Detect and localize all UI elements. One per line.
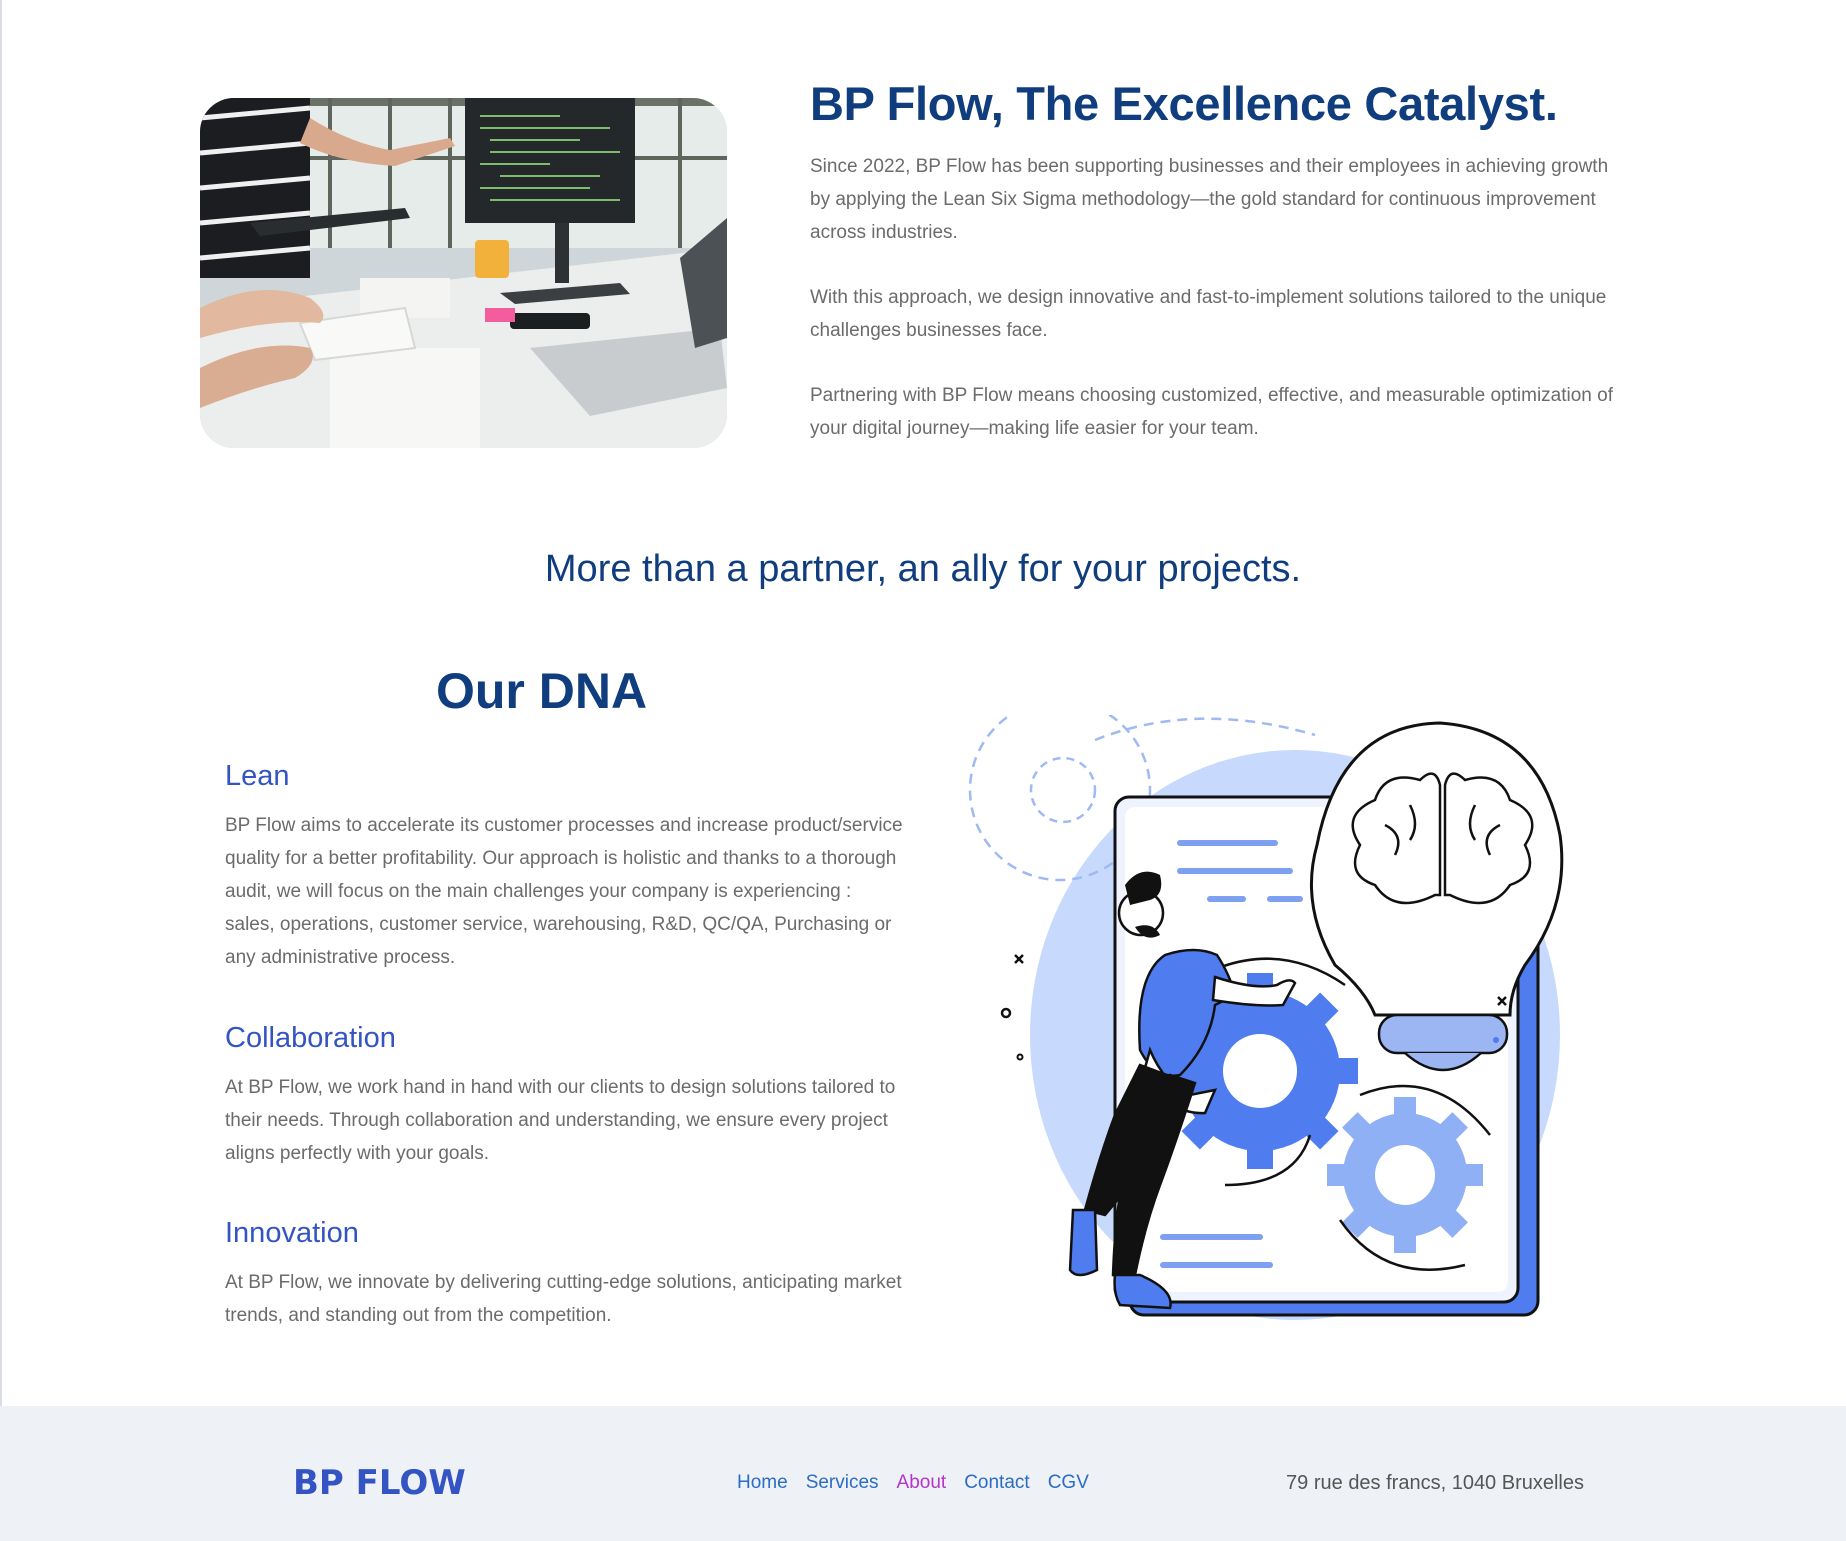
- intro-paragraph: With this approach, we design innovative…: [810, 287, 1607, 341]
- pillar-text: At BP Flow, we work hand in hand with ou…: [225, 1077, 896, 1164]
- tagline: More than a partner, an ally for your pr…: [544, 548, 1302, 590]
- page-title: BP Flow, The Excellence Catalyst.: [810, 77, 1558, 130]
- pillar-text: At BP Flow, we innovate by delivering cu…: [225, 1272, 902, 1326]
- dna-title: Our DNA: [436, 663, 648, 719]
- bp-flow-logo[interactable]: BP FLOW: [293, 1462, 493, 1505]
- footer: BP FLOW Home Services About Contact CGV …: [0, 1406, 1846, 1541]
- team-at-computer-photo: [200, 98, 727, 448]
- footer-link-services[interactable]: Services: [806, 1472, 879, 1494]
- footer-link-contact[interactable]: Contact: [964, 1472, 1029, 1494]
- logo-text: BP FLOW: [293, 1463, 466, 1500]
- footer-link-about[interactable]: About: [897, 1472, 947, 1494]
- pillar-collaboration: Collaboration At BP Flow, we work hand i…: [225, 1022, 905, 1170]
- gears-lightbulb-illustration: [965, 698, 1575, 1325]
- footer-address: 79 rue des francs, 1040 Bruxelles: [1286, 1472, 1584, 1494]
- footer-link-cgv[interactable]: CGV: [1048, 1472, 1089, 1494]
- pillar-heading: Lean: [225, 760, 290, 792]
- pillar-innovation: Innovation At BP Flow, we innovate by de…: [225, 1217, 905, 1332]
- pillar-lean: Lean BP Flow aims to accelerate its cust…: [225, 760, 905, 974]
- intro-text: Since 2022, BP Flow has been supporting …: [810, 150, 1630, 477]
- footer-link-home[interactable]: Home: [737, 1472, 788, 1494]
- pillar-text: BP Flow aims to accelerate its customer …: [225, 815, 903, 968]
- intro-paragraph: Partnering with BP Flow means choosing c…: [810, 385, 1613, 439]
- pillar-heading: Collaboration: [225, 1022, 396, 1054]
- page-left-border: [0, 0, 2, 1541]
- intro-paragraph: Since 2022, BP Flow has been supporting …: [810, 156, 1609, 243]
- footer-nav: Home Services About Contact CGV: [737, 1472, 1089, 1494]
- pillar-heading: Innovation: [225, 1217, 359, 1249]
